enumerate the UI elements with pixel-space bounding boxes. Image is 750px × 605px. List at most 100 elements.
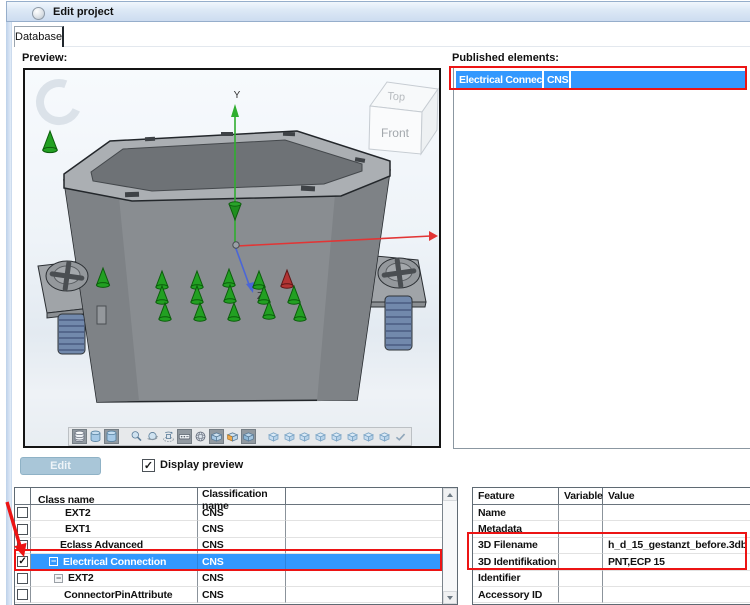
window-titlebar[interactable]: Edit project: [6, 1, 750, 22]
classification-cell[interactable]: CNS: [198, 538, 286, 554]
cylinder-wireframe-view-icon[interactable]: [72, 429, 87, 444]
published-class-name[interactable]: Electrical Connection: [456, 71, 542, 89]
more-views-icon[interactable]: [393, 429, 408, 444]
published-elements-label: Published elements:: [452, 52, 559, 64]
cylinder-shaded-view-icon[interactable]: [88, 429, 103, 444]
app-icon: [32, 7, 45, 20]
column-feature[interactable]: Feature: [473, 488, 559, 504]
standard-view-7-icon[interactable]: [361, 429, 376, 444]
feature-cell[interactable]: 3D Filename: [473, 538, 559, 554]
feature-cell[interactable]: Accessory ID: [473, 587, 559, 603]
class-row-ext1[interactable]: EXT1CNS: [15, 521, 442, 537]
value-cell[interactable]: [603, 587, 750, 603]
feature-cell[interactable]: Name: [473, 505, 559, 521]
classification-cell[interactable]: CNS: [198, 554, 286, 570]
value-cell[interactable]: PNT,ECP 15: [603, 554, 750, 570]
view-cube-front-label[interactable]: Front: [381, 126, 410, 140]
published-classification[interactable]: CNS: [544, 71, 569, 89]
published-list[interactable]: Electrical Connection CNS: [453, 68, 750, 449]
scroll-down-button[interactable]: [443, 591, 457, 604]
class-row-electrical-connection[interactable]: ✓−Electrical ConnectionCNS: [15, 554, 442, 570]
shaded-sphere-view-icon[interactable]: [193, 429, 208, 444]
standard-view-6-icon[interactable]: [345, 429, 360, 444]
tab-strip-divider: [64, 46, 750, 47]
variable-cell[interactable]: [559, 521, 603, 537]
standard-view-5-icon[interactable]: [329, 429, 344, 444]
column-value[interactable]: Value: [603, 488, 750, 504]
empty-cell: [286, 587, 442, 603]
feature-row-accessory-id[interactable]: Accessory ID: [473, 587, 750, 603]
class-row-ext2[interactable]: EXT2CNS: [15, 505, 442, 521]
published-row[interactable]: Electrical Connection CNS: [456, 71, 746, 89]
value-cell[interactable]: [603, 521, 750, 537]
feature-row-identifier[interactable]: Identifier: [473, 571, 750, 587]
solid-view-icon[interactable]: [241, 429, 256, 444]
class-name-cell[interactable]: Eclass Advanced: [31, 538, 198, 554]
collapse-icon[interactable]: −: [54, 574, 63, 583]
class-table-body: EXT2CNSEXT1CNSEclass AdvancedCNS✓−Electr…: [15, 505, 457, 603]
empty-cell: [286, 505, 442, 521]
view-cube-top-label[interactable]: Top: [387, 90, 406, 103]
classification-cell[interactable]: CNS: [198, 505, 286, 521]
standard-view-2-icon[interactable]: [282, 429, 297, 444]
tab-database[interactable]: Database: [14, 26, 64, 47]
empty-cell: [286, 571, 442, 587]
view-cube[interactable]: Top Front: [369, 82, 438, 154]
empty-cell: [286, 521, 442, 537]
feature-row-3d-identifikation[interactable]: 3D Identifikation PNT,ECP 15: [473, 554, 750, 570]
viewer-toolbar: [68, 427, 412, 446]
axis-y-label: Y: [234, 90, 241, 101]
empty-cell: [286, 538, 442, 554]
row-checkbox[interactable]: [15, 587, 31, 603]
class-table-header: Class name Classification name: [15, 488, 442, 505]
class-row-connectorpinattribute[interactable]: ConnectorPinAttributeCNS: [15, 587, 442, 603]
edit-button[interactable]: Edit: [20, 457, 101, 475]
feature-cell[interactable]: Identifier: [473, 571, 559, 587]
orbit-tool-icon[interactable]: [145, 429, 160, 444]
feature-row-3d-filename[interactable]: 3D Filename h_d_15_gestanzt_before.3db: [473, 538, 750, 554]
turntable-tool-icon[interactable]: [161, 429, 176, 444]
variable-cell[interactable]: [559, 571, 603, 587]
value-cell[interactable]: h_d_15_gestanzt_before.3db: [603, 538, 750, 554]
variable-cell[interactable]: [559, 505, 603, 521]
empty-cell: [286, 554, 442, 570]
variable-cell[interactable]: [559, 538, 603, 554]
class-name-cell[interactable]: −Electrical Connection: [31, 554, 198, 570]
class-name-cell[interactable]: −EXT2: [31, 571, 198, 587]
row-checkbox[interactable]: [15, 571, 31, 587]
section-view-icon[interactable]: [209, 429, 224, 444]
standard-view-3-icon[interactable]: [298, 429, 313, 444]
classification-cell[interactable]: CNS: [198, 571, 286, 587]
class-name-cell[interactable]: EXT2: [31, 505, 198, 521]
standard-view-1-icon[interactable]: [266, 429, 281, 444]
feature-table: Feature Variable Value NameMetadata3D Fi…: [472, 487, 750, 605]
cylinder-shaded-edges-view-icon[interactable]: [104, 429, 119, 444]
feature-row-metadata[interactable]: Metadata: [473, 521, 750, 537]
class-table-scrollbar[interactable]: [442, 488, 457, 604]
measure-tool-icon[interactable]: [177, 429, 192, 444]
classification-cell[interactable]: CNS: [198, 521, 286, 537]
value-cell[interactable]: [603, 505, 750, 521]
class-row-eclass-advanced[interactable]: Eclass AdvancedCNS: [15, 538, 442, 554]
feature-table-header: Feature Variable Value: [473, 488, 750, 505]
standard-view-8-icon[interactable]: [377, 429, 392, 444]
display-preview-checkbox[interactable]: ✓: [142, 459, 155, 472]
collapse-icon[interactable]: −: [49, 557, 58, 566]
standard-view-4-icon[interactable]: [313, 429, 328, 444]
feature-row-name[interactable]: Name: [473, 505, 750, 521]
display-preview-label: Display preview: [160, 459, 243, 471]
corner-section-view-icon[interactable]: [225, 429, 240, 444]
value-cell[interactable]: [603, 571, 750, 587]
zoom-tool-icon[interactable]: [129, 429, 144, 444]
feature-cell[interactable]: 3D Identifikation: [473, 554, 559, 570]
classification-cell[interactable]: CNS: [198, 587, 286, 603]
feature-cell[interactable]: Metadata: [473, 521, 559, 537]
class-name-cell[interactable]: EXT1: [31, 521, 198, 537]
class-name-cell[interactable]: ConnectorPinAttribute: [31, 587, 198, 603]
variable-cell[interactable]: [559, 587, 603, 603]
class-row-ext2[interactable]: −EXT2CNS: [15, 571, 442, 587]
scroll-up-button[interactable]: [443, 488, 457, 501]
3d-viewer[interactable]: Top Front: [23, 68, 441, 448]
column-variable[interactable]: Variable: [559, 488, 603, 504]
variable-cell[interactable]: [559, 554, 603, 570]
